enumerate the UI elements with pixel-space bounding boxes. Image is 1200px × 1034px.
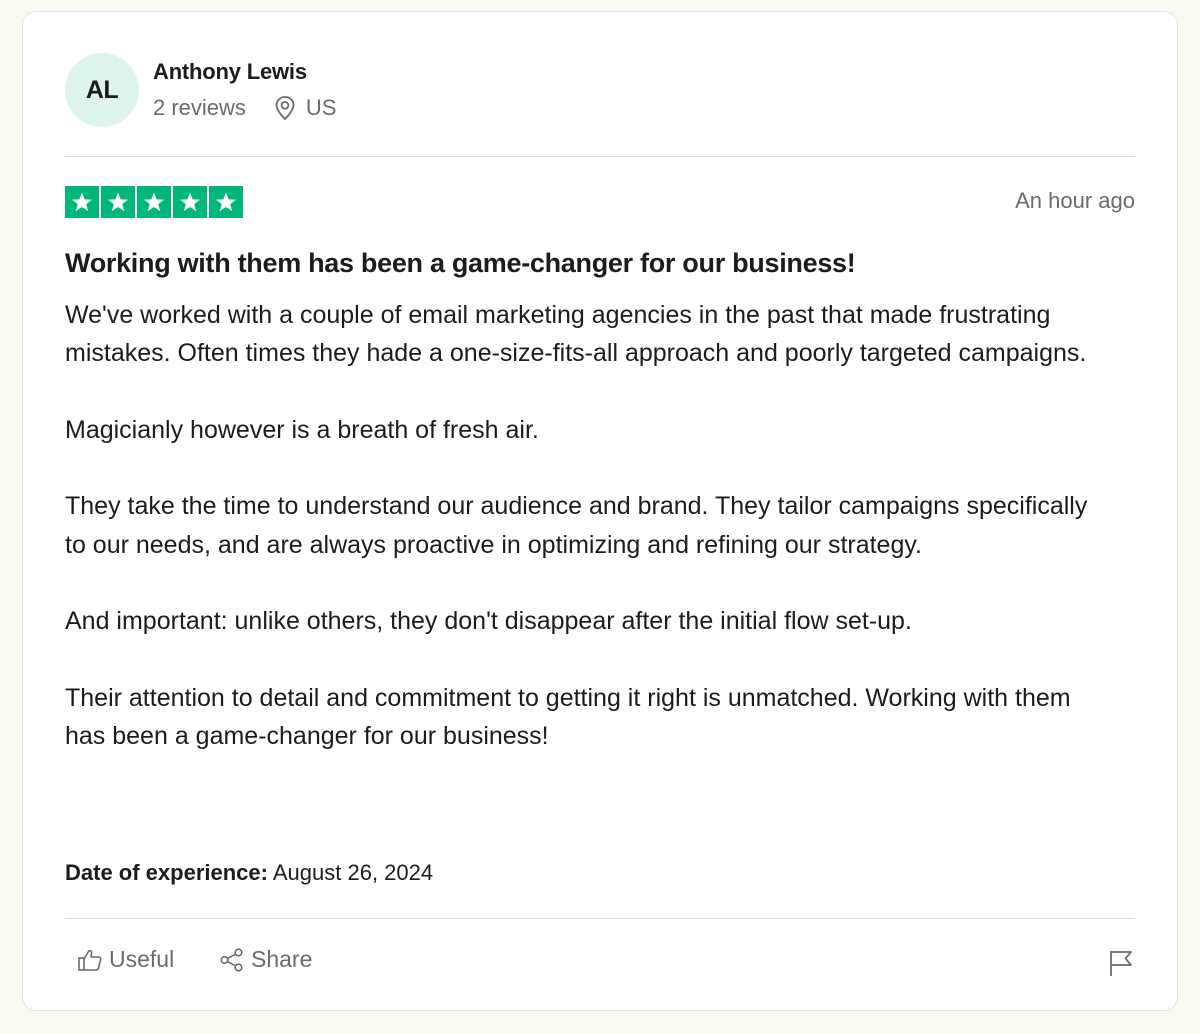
location-pin-icon bbox=[274, 95, 296, 121]
footer-divider bbox=[65, 918, 1135, 919]
review-paragraph: They take the time to understand our aud… bbox=[65, 492, 1088, 559]
review-card-content: AL Anthony Lewis 2 reviews US An hour ag… bbox=[65, 12, 1135, 1010]
share-button[interactable]: Share bbox=[219, 946, 312, 973]
report-flag-button[interactable] bbox=[1107, 948, 1135, 978]
flag-icon bbox=[1110, 951, 1132, 976]
experience-label: Date of experience: bbox=[65, 860, 268, 885]
useful-button[interactable]: Useful bbox=[77, 946, 174, 973]
review-card: AL Anthony Lewis 2 reviews US An hour ag… bbox=[22, 11, 1178, 1011]
star-icon bbox=[209, 186, 243, 218]
rating-row: An hour ago bbox=[65, 186, 1135, 218]
useful-label: Useful bbox=[109, 946, 175, 972]
star-icon bbox=[173, 186, 207, 218]
review-paragraph: Their attention to detail and commitment… bbox=[65, 683, 1071, 751]
share-label: Share bbox=[251, 946, 313, 972]
review-count: 2 reviews bbox=[153, 95, 246, 120]
review-paragraph: We've worked with a couple of email mark… bbox=[65, 301, 1087, 368]
reviewer-name[interactable]: Anthony Lewis bbox=[153, 59, 307, 85]
experience-date: August 26, 2024 bbox=[272, 860, 434, 885]
star-icon bbox=[65, 186, 99, 218]
header-divider bbox=[65, 156, 1135, 157]
star-rating bbox=[65, 186, 243, 218]
date-of-experience: Date of experience: August 26, 2024 bbox=[65, 860, 433, 886]
star-icon bbox=[137, 186, 171, 218]
review-body: We've worked with a couple of email mark… bbox=[65, 296, 1115, 794]
review-time: An hour ago bbox=[1015, 188, 1135, 213]
reviewer-header: AL Anthony Lewis 2 reviews US bbox=[65, 53, 1135, 129]
reviewer-country: US bbox=[305, 95, 337, 120]
review-actions: Useful Share bbox=[65, 946, 1135, 982]
share-icon bbox=[219, 947, 245, 973]
review-title: Working with them has been a game-change… bbox=[65, 248, 856, 278]
star-icon bbox=[101, 186, 135, 218]
thumbs-up-icon bbox=[77, 947, 103, 973]
review-paragraph: Magicianly however is a breath of fresh … bbox=[65, 415, 539, 444]
reviewer-meta: 2 reviews US bbox=[153, 95, 336, 121]
avatar[interactable]: AL bbox=[65, 53, 139, 127]
review-paragraph: And important: unlike others, they don't… bbox=[65, 607, 912, 636]
